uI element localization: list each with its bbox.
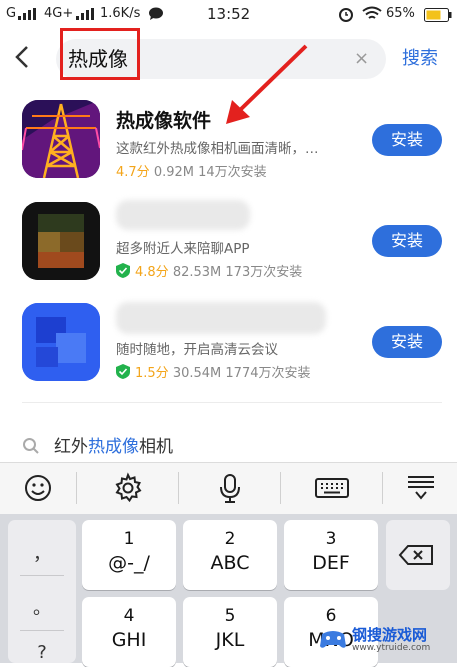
key-number: 5 xyxy=(224,606,236,626)
delete-key[interactable] xyxy=(386,520,450,590)
toolbar-divider xyxy=(76,472,77,504)
toolbar-divider xyxy=(382,472,383,504)
toolbar-divider xyxy=(280,472,281,504)
install-button[interactable]: 安装 xyxy=(372,225,442,257)
key-number: 2 xyxy=(224,529,236,549)
key-letters: ABC xyxy=(210,552,250,574)
app-meta: 4.7分 0.92M 14万次安装 xyxy=(116,161,267,180)
app-name[interactable]: 热成像软件 xyxy=(116,106,211,133)
app-size: 0.92M xyxy=(153,165,194,180)
key-letters: GHI xyxy=(111,629,147,651)
backspace-icon xyxy=(398,545,433,565)
watermark-title: 钢搜游戏网 xyxy=(352,626,428,644)
comma-key[interactable]: ， xyxy=(8,540,76,566)
app-meta: 4.8分 82.53M 173万次安装 xyxy=(116,261,302,280)
suggestion-suffix: 相机 xyxy=(139,437,173,457)
app-icon-chat[interactable] xyxy=(22,202,100,280)
key-divider xyxy=(20,575,64,576)
key-number: 3 xyxy=(325,529,337,549)
app-description: 这款红外热成像相机画面清晰，… xyxy=(116,141,319,157)
app-installs: 173万次安装 xyxy=(225,265,303,280)
install-button[interactable]: 安装 xyxy=(372,124,442,156)
watermark-url: www.ytruide.com xyxy=(352,643,431,653)
key-letters: DEF xyxy=(312,552,350,574)
app-installs: 14万次安装 xyxy=(198,165,267,180)
tower-icon xyxy=(22,100,100,178)
gamepad-logo-icon xyxy=(320,631,346,648)
blurred-app-icon xyxy=(22,202,100,280)
app-icon-meeting[interactable] xyxy=(22,303,100,381)
key-divider xyxy=(20,630,64,631)
verified-shield-icon xyxy=(116,364,130,379)
search-suggestion[interactable]: 红外热成像相机 xyxy=(22,432,173,457)
app-size: 82.53M xyxy=(172,265,222,280)
period-key[interactable]: 。 xyxy=(8,594,76,620)
blurred-app-name xyxy=(116,302,326,334)
app-installs: 1774万次安装 xyxy=(225,366,311,381)
key-4[interactable]: 4 GHI xyxy=(82,597,176,667)
app-score: 4.8分 xyxy=(135,265,169,280)
app-icon-thermal[interactable] xyxy=(22,100,100,178)
suggestion-highlight: 热成像 xyxy=(88,437,139,457)
key-2[interactable]: 2 ABC xyxy=(183,520,277,590)
microphone-icon[interactable] xyxy=(214,472,246,504)
app-score: 4.7分 xyxy=(116,165,150,180)
key-1[interactable]: 1 @-_/ xyxy=(82,520,176,590)
app-size: 30.54M xyxy=(172,366,222,381)
keyboard-icon[interactable] xyxy=(314,472,350,504)
key-5[interactable]: 5 JKL xyxy=(183,597,277,667)
emoji-icon[interactable] xyxy=(22,472,54,504)
question-key[interactable]: ? xyxy=(8,642,76,663)
key-number: 6 xyxy=(325,606,337,626)
search-icon xyxy=(23,438,39,454)
key-letters: JKL xyxy=(215,629,245,651)
blurred-app-icon xyxy=(22,303,100,381)
suggestion-prefix: 红外 xyxy=(54,437,88,457)
verified-shield-icon xyxy=(116,263,130,278)
key-number: 4 xyxy=(123,606,135,626)
divider xyxy=(22,402,442,403)
install-button[interactable]: 安装 xyxy=(372,326,442,358)
app-description: 超多附近人来陪聊APP xyxy=(116,241,250,257)
key-3[interactable]: 3 DEF xyxy=(284,520,378,590)
toolbar-divider xyxy=(178,472,179,504)
collapse-keyboard-icon[interactable] xyxy=(405,472,437,504)
settings-gear-icon[interactable] xyxy=(112,472,144,504)
key-number: 1 xyxy=(123,529,135,549)
key-letters: @-_/ xyxy=(108,552,150,574)
app-meta: 1.5分 30.54M 1774万次安装 xyxy=(116,362,311,381)
app-score: 1.5分 xyxy=(135,366,169,381)
app-description: 随时随地，开启高清云会议 xyxy=(116,342,278,358)
blurred-app-name xyxy=(116,200,250,230)
